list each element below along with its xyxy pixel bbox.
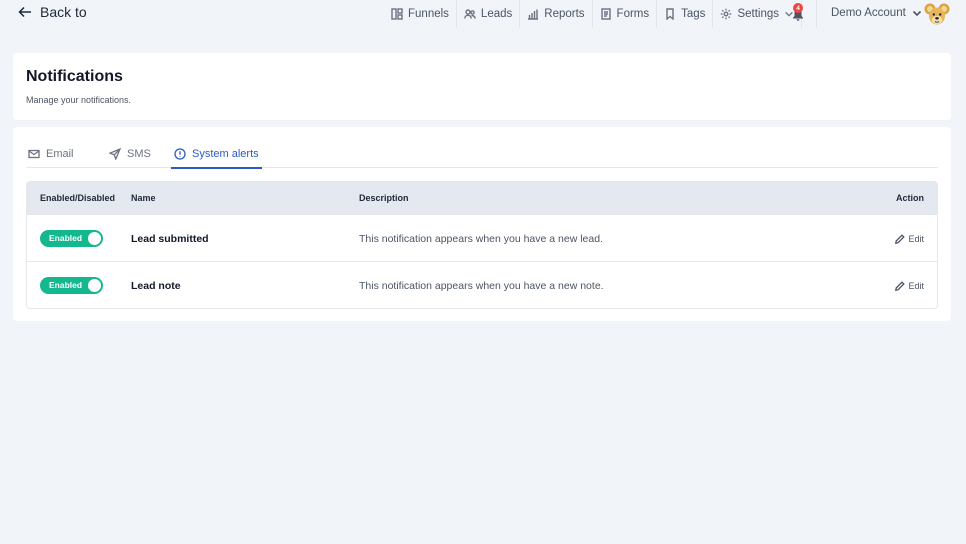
column-header-name: Name — [131, 193, 156, 203]
column-header-action: Action — [896, 193, 924, 203]
back-label: Back to — [40, 4, 87, 20]
users-icon — [464, 9, 476, 19]
nav-reports-label: Reports — [544, 8, 585, 20]
toggle-label: Enabled — [49, 280, 83, 290]
document-icon — [600, 8, 611, 20]
top-bar: Back to Funnels Leads Reports Forms Tags… — [0, 0, 966, 28]
back-button[interactable]: Back to — [18, 4, 87, 20]
notification-name: Lead note — [131, 279, 181, 292]
nav-tags[interactable]: Tags — [657, 0, 714, 28]
notifications-button[interactable]: 4 — [780, 0, 817, 28]
chevron-down-icon — [912, 10, 921, 17]
tab-sms[interactable]: SMS — [109, 139, 151, 168]
bar-chart-icon — [528, 9, 539, 20]
nav-tags-label: Tags — [681, 8, 706, 20]
toggle-knob — [88, 232, 101, 245]
toggle-label: Enabled — [49, 233, 83, 243]
column-header-description: Description — [359, 193, 409, 203]
pencil-icon — [895, 280, 906, 291]
tab-bar: Email SMS System alerts — [26, 139, 938, 169]
send-icon — [109, 147, 121, 160]
notifications-table: Enabled/Disabled Name Description Action… — [26, 181, 938, 309]
nav-leads[interactable]: Leads — [457, 0, 521, 28]
table-row: Enabled Lead note This notification appe… — [27, 261, 937, 308]
tab-system-alerts[interactable]: System alerts — [171, 139, 262, 169]
nav-funnels[interactable]: Funnels — [384, 0, 457, 28]
alert-circle-icon — [174, 147, 186, 160]
bookmark-icon — [666, 8, 674, 20]
toggle-knob — [88, 279, 101, 292]
page-header-card: Notifications Manage your notifications. — [13, 53, 951, 120]
account-label: Demo Account — [831, 7, 906, 19]
page-subtitle: Manage your notifications. — [26, 95, 132, 105]
edit-label: Edit — [908, 280, 924, 291]
enabled-toggle[interactable]: Enabled — [40, 277, 103, 294]
gear-icon — [721, 8, 732, 20]
nav-forms-label: Forms — [616, 8, 650, 20]
account-menu[interactable]: Demo Account — [831, 7, 922, 19]
tab-email[interactable]: Email — [28, 139, 74, 168]
nav-funnels-label: Funnels — [408, 8, 449, 20]
page-title: Notifications — [26, 68, 123, 85]
main-nav: Funnels Leads Reports Forms Tags Setting… — [384, 0, 802, 28]
notification-description: This notification appears when you have … — [359, 279, 604, 292]
column-header-enabled: Enabled/Disabled — [40, 193, 116, 203]
pencil-icon — [895, 233, 906, 244]
tab-sms-label: SMS — [127, 147, 151, 160]
table-row: Enabled Lead submitted This notification… — [27, 214, 937, 261]
notification-name: Lead submitted — [131, 232, 209, 245]
nav-forms[interactable]: Forms — [593, 0, 658, 28]
table-header: Enabled/Disabled Name Description Action — [27, 182, 937, 214]
notifications-card: Email SMS System alerts Enabled/Disabled… — [13, 127, 951, 321]
funnels-icon — [391, 8, 403, 20]
avatar[interactable] — [923, 1, 951, 29]
edit-button[interactable]: Edit — [895, 281, 924, 291]
nav-leads-label: Leads — [480, 8, 513, 20]
edit-label: Edit — [908, 233, 924, 244]
nav-settings-label: Settings — [737, 8, 779, 20]
tab-email-label: Email — [46, 147, 74, 160]
arrow-left-icon — [18, 6, 31, 18]
nav-reports[interactable]: Reports — [520, 0, 593, 28]
edit-button[interactable]: Edit — [895, 234, 924, 244]
mail-icon — [28, 149, 40, 158]
notification-count-badge: 4 — [793, 3, 803, 13]
tab-system-alerts-label: System alerts — [192, 147, 259, 160]
notification-description: This notification appears when you have … — [359, 232, 603, 245]
enabled-toggle[interactable]: Enabled — [40, 230, 103, 247]
